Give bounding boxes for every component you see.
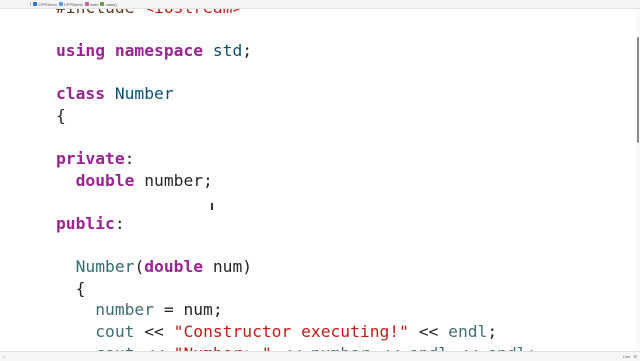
folder-icon <box>58 2 63 6</box>
code-token: << <box>272 344 311 352</box>
code-line: { <box>56 278 536 300</box>
code-line: Number(double num) <box>56 256 536 278</box>
back-icon[interactable] <box>16 2 21 7</box>
source-code[interactable]: #include <iostream> using namespace std;… <box>56 9 536 351</box>
code-token: endl <box>487 344 526 352</box>
divider <box>30 2 31 6</box>
code-token: { <box>56 278 86 298</box>
code-token: Number <box>75 257 135 277</box>
grid-icon[interactable] <box>9 2 14 7</box>
code-token: <iostream> <box>144 9 242 17</box>
code-token: #include <box>56 9 144 17</box>
vertical-scrollbar[interactable] <box>636 9 640 351</box>
code-line: private: <box>56 148 536 170</box>
code-line: double number; <box>56 170 536 192</box>
code-token: "Number: " <box>174 344 272 352</box>
code-token: { <box>56 105 66 125</box>
code-token: << <box>134 321 174 341</box>
code-line: public: <box>56 213 536 235</box>
title-bar: CPPDemo CPPDemo main main() <box>0 0 640 9</box>
breadcrumb-file[interactable]: main <box>84 1 99 7</box>
code-token: using <box>56 41 106 61</box>
split-editor-icon[interactable] <box>624 1 629 6</box>
code-token: << <box>448 344 487 352</box>
cpp-file-icon <box>84 2 89 6</box>
code-token: private <box>56 149 125 169</box>
breadcrumb-label: CPPDemo <box>63 1 83 7</box>
code-token: ; <box>527 344 537 352</box>
sidebar-toggle-icon[interactable] <box>2 2 7 7</box>
code-token: << <box>134 344 173 352</box>
code-line: class Number <box>56 83 536 105</box>
status-left: ○ <box>3 354 5 359</box>
code-token: ( <box>134 257 145 277</box>
code-token: double <box>75 170 135 190</box>
code-token: : <box>114 213 125 233</box>
code-token: ; <box>242 41 253 61</box>
code-token: class <box>56 84 106 104</box>
code-line: number = num; <box>56 299 536 321</box>
breadcrumb-project[interactable]: CPPDemo <box>33 2 57 7</box>
code-token: public <box>56 213 115 233</box>
code-line: cout << "Constructor executing!" << endl… <box>56 321 536 343</box>
code-token: number; <box>134 170 213 190</box>
code-token: = num; <box>154 300 223 320</box>
text-cursor <box>211 203 213 210</box>
navigator-icon[interactable]: ○ <box>3 354 5 359</box>
line-indicator: Line <box>622 354 631 359</box>
code-line: #include <iostream> <box>56 9 536 19</box>
code-token: double <box>144 257 204 277</box>
code-token: ; <box>487 321 498 341</box>
code-token: cout <box>95 344 134 352</box>
code-token: namespace <box>114 41 204 61</box>
code-token: number <box>95 300 155 320</box>
code-token: std <box>212 41 243 61</box>
code-token: endl <box>409 344 448 352</box>
code-line: cout << "Number: " << number << endl << … <box>56 343 536 352</box>
breadcrumb-symbol[interactable]: main() <box>100 1 117 7</box>
code-token: "Constructor executing!" <box>173 321 409 341</box>
related-items-icon[interactable] <box>616 1 621 6</box>
code-line: using namespace std; <box>56 40 536 62</box>
code-token: cout <box>95 321 135 341</box>
breadcrumb-label: main <box>89 1 99 7</box>
code-line: { <box>56 105 536 127</box>
code-token: num) <box>203 257 253 277</box>
function-icon <box>100 2 105 6</box>
filter-icon[interactable]: ☰ <box>633 354 637 359</box>
status-right: Line ☰ <box>623 354 637 359</box>
breadcrumb-label: CPPDemo <box>38 1 57 7</box>
project-icon <box>33 2 37 6</box>
breadcrumb-label: main() <box>105 1 117 7</box>
code-token: << <box>370 344 409 352</box>
code-token: : <box>124 149 135 169</box>
code-token: number <box>311 344 370 352</box>
scrollbar-thumb[interactable] <box>637 37 639 143</box>
code-token: endl <box>448 321 488 341</box>
code-token: << <box>408 321 449 341</box>
add-editor-icon[interactable] <box>632 1 637 6</box>
code-token: Number <box>114 84 174 104</box>
breadcrumb-folder[interactable]: CPPDemo <box>58 1 83 7</box>
code-editor[interactable]: #include <iostream> using namespace std;… <box>0 9 636 351</box>
title-bar-actions <box>616 1 637 6</box>
forward-icon[interactable] <box>23 2 28 7</box>
